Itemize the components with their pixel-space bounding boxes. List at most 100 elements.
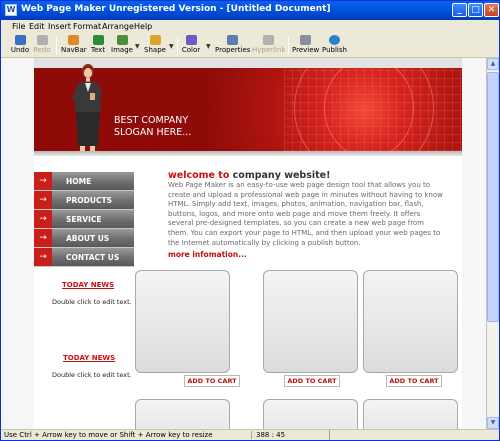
navbar-icon: [67, 35, 79, 45]
product-card[interactable]: [363, 399, 458, 429]
hyperlink-icon: [262, 35, 274, 45]
banner-bottom-bar: [34, 151, 462, 156]
arrow-right-icon: →: [34, 210, 52, 228]
product-card[interactable]: [135, 270, 230, 373]
window-title: Web Page Maker Unregistered Version - [U…: [21, 4, 331, 14]
add-to-cart-button[interactable]: ADD TO CART: [184, 375, 240, 387]
minimize-button[interactable]: _: [452, 3, 467, 17]
scroll-down-icon[interactable]: ▼: [487, 417, 499, 429]
toolbar: Undo Redo NavBar Text Image ▼ Shape ▼ Co…: [1, 34, 499, 58]
app-icon: W: [5, 4, 17, 16]
menu-arrange[interactable]: Arrange: [102, 22, 134, 31]
vertical-scrollbar[interactable]: ▲ ▼: [487, 58, 499, 429]
image-label: Image: [111, 46, 133, 54]
nav-label: ABOUT US: [66, 234, 110, 243]
preview-icon: [299, 35, 311, 45]
nav-products[interactable]: → PRODUCTS: [34, 191, 134, 210]
image-button[interactable]: Image: [111, 35, 133, 57]
toolbar-separator: [288, 37, 289, 55]
welcome-heading[interactable]: welcome to company website!: [168, 170, 330, 181]
menu-help[interactable]: Help: [134, 22, 152, 31]
status-bar: Use Ctrl + Arrow key to move or Shift + …: [1, 429, 499, 440]
nav-label: HOME: [66, 177, 92, 186]
properties-button[interactable]: Properties: [215, 35, 251, 57]
preview-button[interactable]: Preview: [292, 35, 320, 57]
intro-paragraph[interactable]: Web Page Maker is an easy-to-use web pag…: [168, 181, 444, 248]
arrow-right-icon: →: [34, 248, 52, 266]
product-card[interactable]: [263, 399, 358, 429]
scroll-up-icon[interactable]: ▲: [487, 58, 499, 70]
nav-service[interactable]: → SERVICE: [34, 210, 134, 229]
shape-dropdown-icon[interactable]: ▼: [169, 43, 174, 50]
app-window: W Web Page Maker Unregistered Version - …: [0, 0, 500, 441]
banner-slogan[interactable]: BEST COMPANY SLOGAN HERE...: [114, 115, 191, 139]
welcome-dark-text: company website!: [229, 170, 331, 181]
undo-icon: [14, 35, 26, 45]
hyperlink-button[interactable]: Hyperlink: [252, 35, 286, 57]
text-icon: [92, 35, 104, 45]
color-label: Color: [181, 46, 201, 54]
nav-label: PRODUCTS: [66, 196, 112, 205]
banner-globe-ring: [324, 68, 414, 151]
color-icon: [185, 35, 197, 45]
redo-label: Redo: [33, 46, 51, 54]
nav-contact-us[interactable]: → CONTACT US: [34, 248, 134, 267]
toolbar-separator: [177, 37, 178, 55]
redo-button[interactable]: Redo: [32, 35, 52, 57]
menu-bar: File Edit Insert Format Arrange Help: [1, 20, 499, 34]
menu-file[interactable]: File: [12, 22, 25, 31]
text-label: Text: [90, 46, 106, 54]
hyperlink-label: Hyperlink: [252, 46, 286, 54]
more-info-link[interactable]: more infomation...: [168, 250, 247, 259]
product-card[interactable]: [263, 270, 358, 373]
title-bar[interactable]: W Web Page Maker Unregistered Version - …: [1, 1, 499, 20]
publish-icon: [328, 35, 340, 45]
shape-button[interactable]: Shape: [143, 35, 167, 57]
add-to-cart-button[interactable]: ADD TO CART: [386, 375, 442, 387]
arrow-right-icon: →: [34, 172, 52, 190]
status-hint: Use Ctrl + Arrow key to move or Shift + …: [4, 431, 213, 439]
businesswoman-image[interactable]: [68, 62, 108, 158]
publish-label: Publish: [322, 46, 347, 54]
nav-label: CONTACT US: [66, 253, 120, 262]
image-icon: [116, 35, 128, 45]
news-text[interactable]: Double click to edit text.: [52, 371, 132, 379]
welcome-red-text: welcome to: [168, 170, 230, 181]
product-card[interactable]: [135, 399, 230, 429]
nav-about-us[interactable]: → ABOUT US: [34, 229, 134, 248]
maximize-button[interactable]: □: [468, 3, 483, 17]
undo-label: Undo: [10, 46, 30, 54]
status-divider: [329, 430, 330, 440]
design-canvas[interactable]: BEST COMPANY SLOGAN HERE... → HOME → PRO…: [1, 58, 487, 429]
news-text[interactable]: Double click to edit text.: [52, 298, 132, 306]
properties-icon: [226, 35, 238, 45]
properties-label: Properties: [215, 46, 251, 54]
text-button[interactable]: Text: [89, 35, 107, 57]
news-title[interactable]: TODAY NEWS: [62, 281, 114, 289]
menu-insert[interactable]: Insert: [48, 22, 71, 31]
close-button[interactable]: ✕: [484, 3, 499, 17]
preview-label: Preview: [292, 46, 320, 54]
product-card[interactable]: [363, 270, 458, 373]
toolbar-separator: [56, 37, 57, 55]
nav-bar: → HOME → PRODUCTS → SERVICE → ABOUT US →: [34, 172, 134, 267]
color-button[interactable]: Color: [181, 35, 201, 57]
nav-label: SERVICE: [66, 215, 102, 224]
menu-edit[interactable]: Edit: [29, 22, 45, 31]
menu-format[interactable]: Format: [73, 22, 101, 31]
status-coordinates: 388 : 45: [251, 431, 321, 439]
navbar-label: NavBar: [61, 46, 87, 54]
nav-home[interactable]: → HOME: [34, 172, 134, 191]
web-page[interactable]: BEST COMPANY SLOGAN HERE... → HOME → PRO…: [34, 58, 462, 429]
add-to-cart-button[interactable]: ADD TO CART: [284, 375, 340, 387]
navbar-button[interactable]: NavBar: [61, 35, 87, 57]
arrow-right-icon: →: [34, 229, 52, 247]
news-title[interactable]: TODAY NEWS: [63, 354, 115, 362]
shape-icon: [149, 35, 161, 45]
image-dropdown-icon[interactable]: ▼: [135, 43, 140, 50]
color-dropdown-icon[interactable]: ▼: [206, 43, 211, 50]
scroll-thumb[interactable]: [487, 72, 499, 322]
undo-button[interactable]: Undo: [10, 35, 30, 57]
arrow-right-icon: →: [34, 191, 52, 209]
publish-button[interactable]: Publish: [322, 35, 347, 57]
